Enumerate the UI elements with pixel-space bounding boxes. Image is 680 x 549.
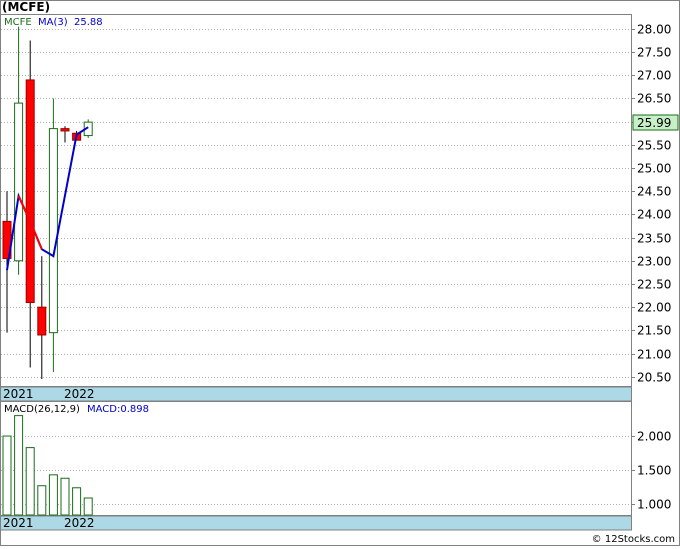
macd-bar	[48, 474, 58, 516]
macd-y-axis: 1.000 1.500 2.000	[631, 430, 671, 512]
macd-x-axis-band	[0, 515, 632, 531]
price-y-tick-label: 26.50	[637, 92, 671, 106]
macd-x-label-2021: 2021	[3, 516, 34, 530]
price-y-tick-label: 27.00	[637, 69, 671, 83]
ticker-legend: MCFE	[4, 17, 32, 28]
macd-bar	[14, 415, 24, 516]
macd-bar	[2, 435, 12, 516]
price-y-tick-label: 28.00	[637, 23, 671, 37]
price-y-tick-label: 25.00	[637, 162, 671, 176]
ma-legend-label: MA(3)	[38, 17, 68, 28]
macd-legend-label: MACD(26,12,9)	[4, 404, 80, 415]
chart-border	[0, 0, 680, 546]
candle-body	[48, 128, 58, 334]
price-x-label-2022: 2022	[64, 387, 95, 401]
macd-bar	[83, 497, 93, 516]
price-y-tick-label: 22.00	[637, 301, 671, 315]
stock-chart: 20.50 21.00 21.50 22.00 22.50 23.00 23.50 24.00…	[0, 0, 680, 546]
candle-body	[14, 102, 24, 262]
price-y-tick-label: 21.00	[637, 348, 671, 362]
price-y-tick-label: 23.50	[637, 232, 671, 246]
macd-legend-value: MACD:0.898	[87, 404, 149, 415]
price-y-tick-label: 21.50	[637, 324, 671, 338]
price-y-tick-label: 24.50	[637, 185, 671, 199]
macd-y-tick-label: 2.000	[637, 430, 671, 444]
price-y-tick-label: 27.50	[637, 46, 671, 60]
price-y-tick-label: 23.00	[637, 255, 671, 269]
macd-x-label-2022: 2022	[64, 516, 95, 530]
ma-legend-value: 25.88	[74, 17, 103, 28]
macd-y-tick-label: 1.000	[637, 498, 671, 512]
candle-body	[25, 79, 35, 304]
chart-canvas: 20.50 21.00 21.50 22.00 22.50 23.00 23.50 24.00…	[0, 0, 680, 546]
price-y-tick-label: 22.50	[637, 278, 671, 292]
macd-bar	[25, 447, 35, 516]
macd-bar	[37, 485, 47, 516]
macd-bar	[60, 477, 70, 516]
price-y-tick-label: 25.50	[637, 139, 671, 153]
price-x-axis-band	[0, 386, 632, 402]
last-price-label: 25.99	[637, 116, 671, 130]
candle-body	[60, 128, 70, 132]
price-x-label-2021: 2021	[3, 387, 34, 401]
macd-y-tick-label: 1.500	[637, 464, 671, 478]
footer-credit: © 12Stocks.com	[592, 534, 675, 545]
chart-title: (MCFE)	[2, 0, 50, 14]
price-y-tick-label: 24.00	[637, 208, 671, 222]
price-y-tick-label: 20.50	[637, 371, 671, 385]
candle-body	[37, 306, 47, 336]
macd-bar	[72, 487, 82, 516]
